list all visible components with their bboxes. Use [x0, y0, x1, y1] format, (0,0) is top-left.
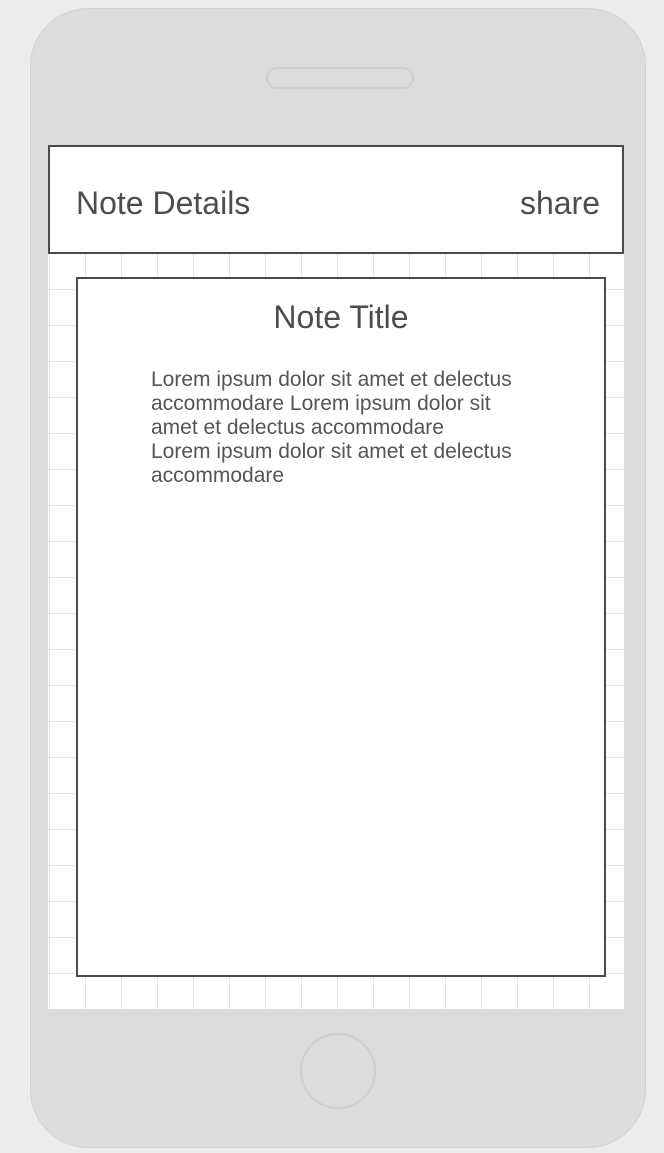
page-title: Note Details: [76, 185, 251, 221]
note-paragraph: Lorem ipsum dolor sit amet et delectus a…: [151, 440, 512, 487]
note-body: Lorem ipsum dolor sit amet et delectus a…: [151, 368, 541, 488]
note-paragraph: Lorem ipsum dolor sit amet et delectus a…: [151, 368, 512, 439]
share-button[interactable]: share: [520, 185, 600, 222]
speaker-grille: [266, 67, 414, 89]
note-title: Note Title: [273, 299, 409, 335]
note-card: Note Title Lorem ipsum dolor sit amet et…: [76, 277, 606, 977]
app-header: Note Details share: [48, 145, 624, 254]
home-button[interactable]: [300, 1033, 376, 1109]
